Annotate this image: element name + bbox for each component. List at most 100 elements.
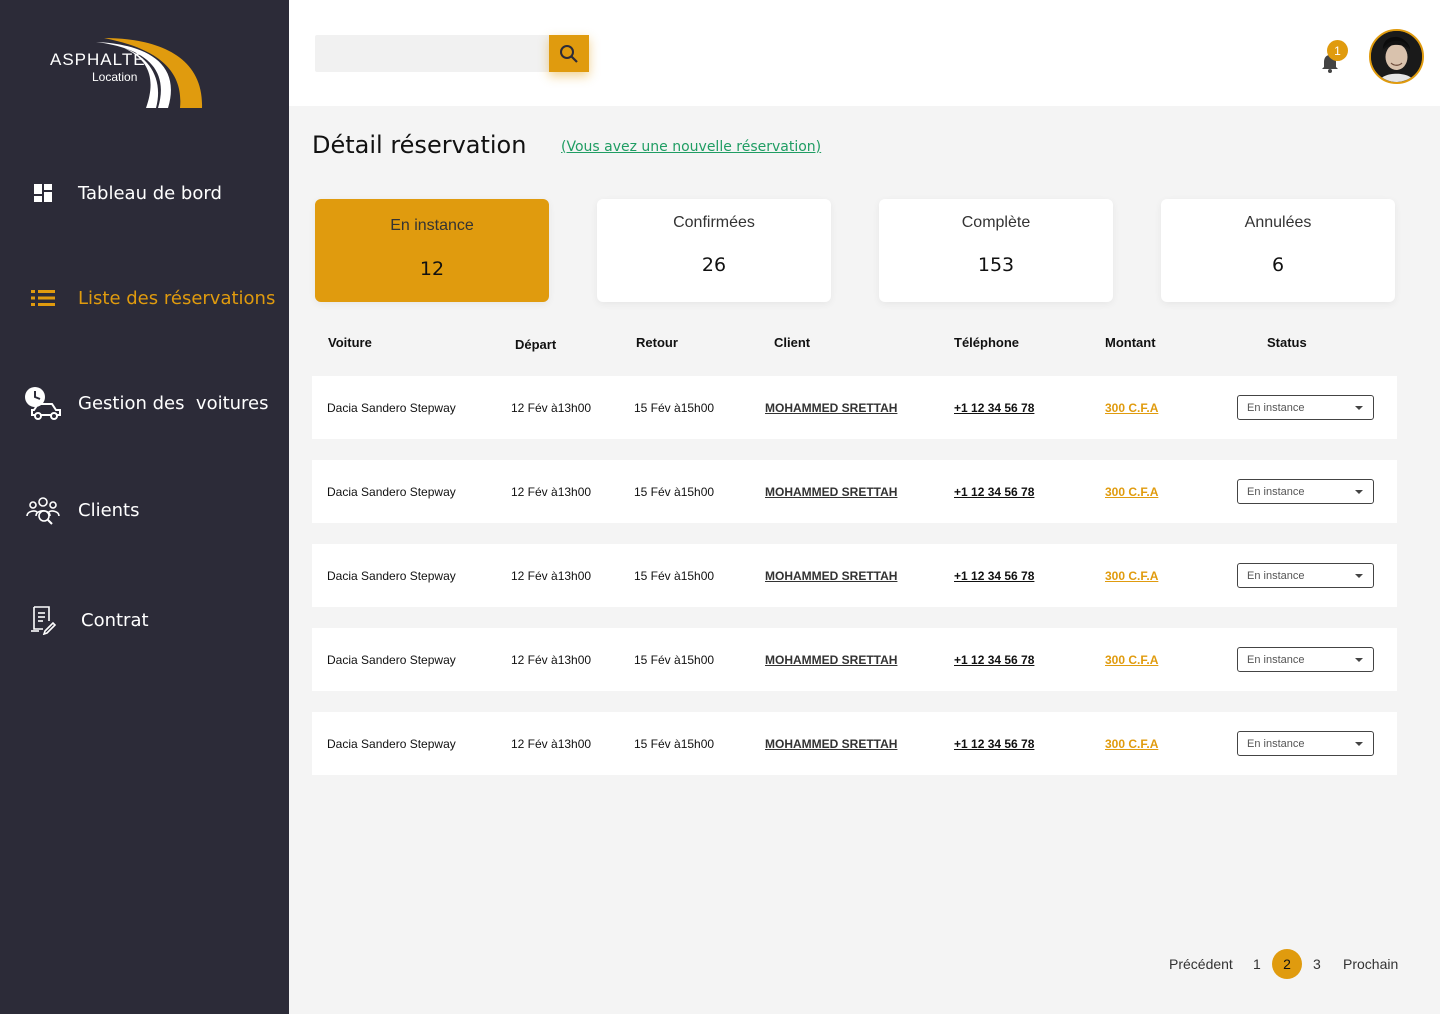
- new-reservation-link[interactable]: (Vous avez une nouvelle réservation): [561, 139, 821, 155]
- search-input[interactable]: [315, 35, 551, 72]
- pagination-page-3[interactable]: 3: [1313, 956, 1321, 972]
- sidebar-item-cars[interactable]: Gestion des voitures: [0, 378, 289, 428]
- cell-depart: 12 Fév à13h00: [511, 652, 592, 667]
- brand-subtitle: Location: [92, 70, 138, 84]
- car-clock-icon: [24, 384, 62, 422]
- column-header-car: Voiture: [328, 335, 372, 350]
- column-header-client: Client: [774, 335, 811, 350]
- column-header-status: Status: [1267, 335, 1307, 350]
- cell-car: Dacia Sandero Stepway: [327, 652, 456, 667]
- list-icon: [24, 279, 62, 317]
- client-link[interactable]: MOHAMMED SRETTAH: [765, 628, 897, 691]
- amount-link[interactable]: 300 C.F.A: [1105, 544, 1158, 607]
- status-dropdown[interactable]: En instance: [1237, 479, 1374, 504]
- caret-down-icon: [1355, 658, 1363, 662]
- amount-link[interactable]: 300 C.F.A: [1105, 376, 1158, 439]
- caret-down-icon: [1355, 406, 1363, 410]
- status-value: En instance: [1247, 485, 1305, 498]
- sidebar-item-dashboard[interactable]: Tableau de bord: [0, 168, 289, 218]
- cell-depart: 12 Fév à13h00: [511, 568, 592, 583]
- page-title: Détail réservation: [312, 131, 527, 159]
- brand-logo[interactable]: ASPHALTE Location: [44, 32, 214, 110]
- card-label: Complète: [961, 214, 1031, 231]
- cell-depart: 12 Fév à13h00: [511, 484, 592, 499]
- pagination-next[interactable]: Prochain: [1343, 956, 1398, 972]
- sidebar-item-label: Tableau de bord: [78, 182, 222, 204]
- cell-return: 15 Fév à15h00: [634, 400, 715, 415]
- sidebar: ASPHALTE Location Tableau de bord Liste …: [0, 0, 289, 1014]
- status-dropdown[interactable]: En instance: [1237, 731, 1374, 756]
- table-row[interactable]: Dacia Sandero Stepway 12 Fév à13h00 15 F…: [312, 712, 1397, 775]
- caret-down-icon: [1355, 574, 1363, 578]
- status-dropdown[interactable]: En instance: [1237, 647, 1374, 672]
- card-value: 6: [1271, 254, 1285, 276]
- sidebar-item-clients[interactable]: Clients: [0, 485, 289, 535]
- cell-car: Dacia Sandero Stepway: [327, 484, 456, 499]
- client-link[interactable]: MOHAMMED SRETTAH: [765, 544, 897, 607]
- notification-badge: 1: [1327, 40, 1348, 61]
- card-complete[interactable]: Complète 153: [879, 199, 1113, 302]
- card-pending[interactable]: En instance 12: [315, 199, 549, 302]
- status-value: En instance: [1247, 401, 1305, 414]
- sidebar-item-contract[interactable]: Contrat: [0, 595, 289, 645]
- amount-link[interactable]: 300 C.F.A: [1105, 460, 1158, 523]
- status-dropdown[interactable]: En instance: [1237, 563, 1374, 588]
- sidebar-item-label: Clients: [78, 499, 140, 521]
- card-label: Annulées: [1244, 214, 1312, 231]
- table-row[interactable]: Dacia Sandero Stepway 12 Fév à13h00 15 F…: [312, 460, 1397, 523]
- status-dropdown[interactable]: En instance: [1237, 395, 1374, 420]
- contract-icon: [24, 601, 62, 639]
- status-value: En instance: [1247, 653, 1305, 666]
- phone-link[interactable]: +1 12 34 56 78: [954, 544, 1034, 607]
- card-confirmed[interactable]: Confirmées 26: [597, 199, 831, 302]
- cell-return: 15 Fév à15h00: [634, 484, 715, 499]
- cell-depart: 12 Fév à13h00: [511, 736, 592, 751]
- cell-car: Dacia Sandero Stepway: [327, 568, 456, 583]
- card-cancelled[interactable]: Annulées 6: [1161, 199, 1395, 302]
- cell-return: 15 Fév à15h00: [634, 736, 715, 751]
- table-row[interactable]: Dacia Sandero Stepway 12 Fév à13h00 15 F…: [312, 628, 1397, 691]
- avatar[interactable]: [1369, 29, 1424, 84]
- table-row[interactable]: Dacia Sandero Stepway 12 Fév à13h00 15 F…: [312, 544, 1397, 607]
- dashboard-icon: [24, 174, 62, 212]
- phone-link[interactable]: +1 12 34 56 78: [954, 460, 1034, 523]
- client-link[interactable]: MOHAMMED SRETTAH: [765, 712, 897, 775]
- column-header-amount: Montant: [1105, 335, 1156, 350]
- client-link[interactable]: MOHAMMED SRETTAH: [765, 460, 897, 523]
- clients-icon: [24, 491, 62, 529]
- sidebar-item-label: Liste des réservations: [78, 287, 276, 309]
- pagination-previous[interactable]: Précédent: [1169, 956, 1233, 972]
- cell-car: Dacia Sandero Stepway: [327, 400, 456, 415]
- pagination-page-1[interactable]: 1: [1253, 956, 1261, 972]
- card-value: 26: [701, 254, 727, 276]
- phone-link[interactable]: +1 12 34 56 78: [954, 712, 1034, 775]
- pagination-page-current[interactable]: 2: [1272, 949, 1302, 979]
- search-icon: [560, 44, 578, 63]
- search-button[interactable]: [549, 35, 589, 72]
- top-bar: 1: [289, 0, 1440, 106]
- sidebar-item-label: Gestion des voitures: [78, 392, 269, 414]
- amount-link[interactable]: 300 C.F.A: [1105, 712, 1158, 775]
- sidebar-item-reservations[interactable]: Liste des réservations: [0, 273, 289, 323]
- card-label: En instance: [390, 217, 474, 234]
- cell-return: 15 Fév à15h00: [634, 652, 715, 667]
- phone-link[interactable]: +1 12 34 56 78: [954, 628, 1034, 691]
- client-link[interactable]: MOHAMMED SRETTAH: [765, 376, 897, 439]
- phone-link[interactable]: +1 12 34 56 78: [954, 376, 1034, 439]
- status-value: En instance: [1247, 737, 1305, 750]
- caret-down-icon: [1355, 490, 1363, 494]
- table-row[interactable]: Dacia Sandero Stepway 12 Fév à13h00 15 F…: [312, 376, 1397, 439]
- cell-car: Dacia Sandero Stepway: [327, 736, 456, 751]
- column-header-return: Retour: [636, 335, 678, 350]
- card-value: 12: [419, 258, 445, 280]
- card-label: Confirmées: [673, 214, 755, 231]
- user-avatar-icon: [1371, 31, 1422, 82]
- column-header-phone: Téléphone: [954, 335, 1020, 350]
- cell-return: 15 Fév à15h00: [634, 568, 715, 583]
- brand-name: ASPHALTE: [50, 50, 146, 69]
- caret-down-icon: [1355, 742, 1363, 746]
- amount-link[interactable]: 300 C.F.A: [1105, 628, 1158, 691]
- sidebar-item-label: Contrat: [81, 609, 149, 631]
- status-value: En instance: [1247, 569, 1305, 582]
- cell-depart: 12 Fév à13h00: [511, 400, 592, 415]
